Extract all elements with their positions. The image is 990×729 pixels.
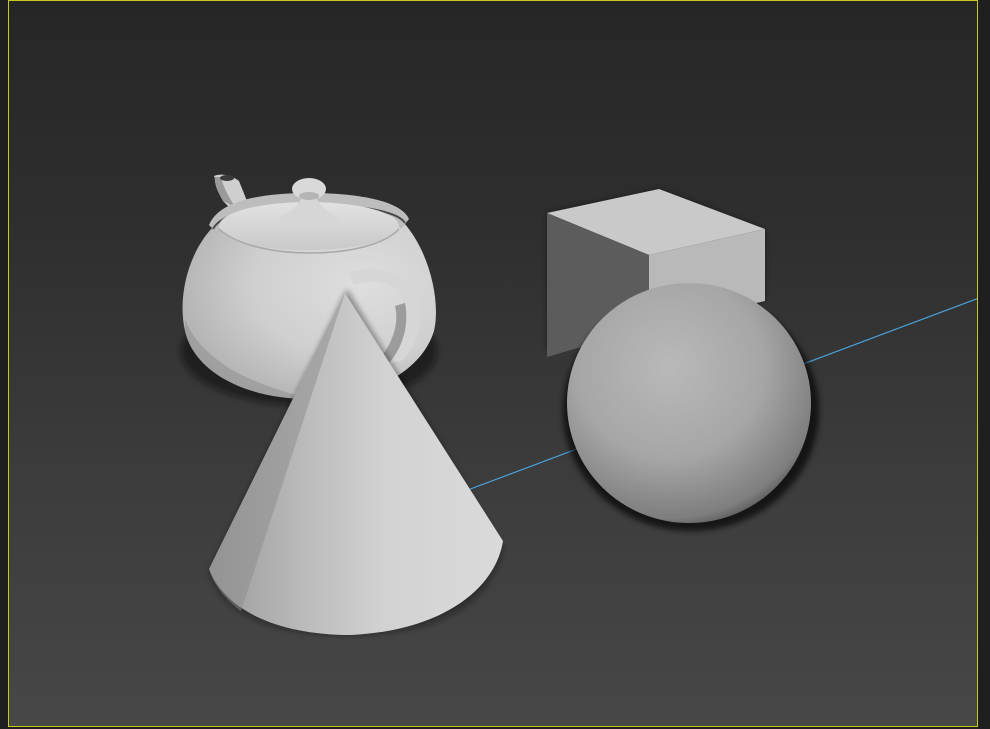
perspective-viewport[interactable] (8, 0, 978, 727)
sphere-object[interactable] (563, 283, 819, 531)
app-window (0, 0, 990, 729)
viewport-canvas[interactable] (9, 1, 978, 727)
